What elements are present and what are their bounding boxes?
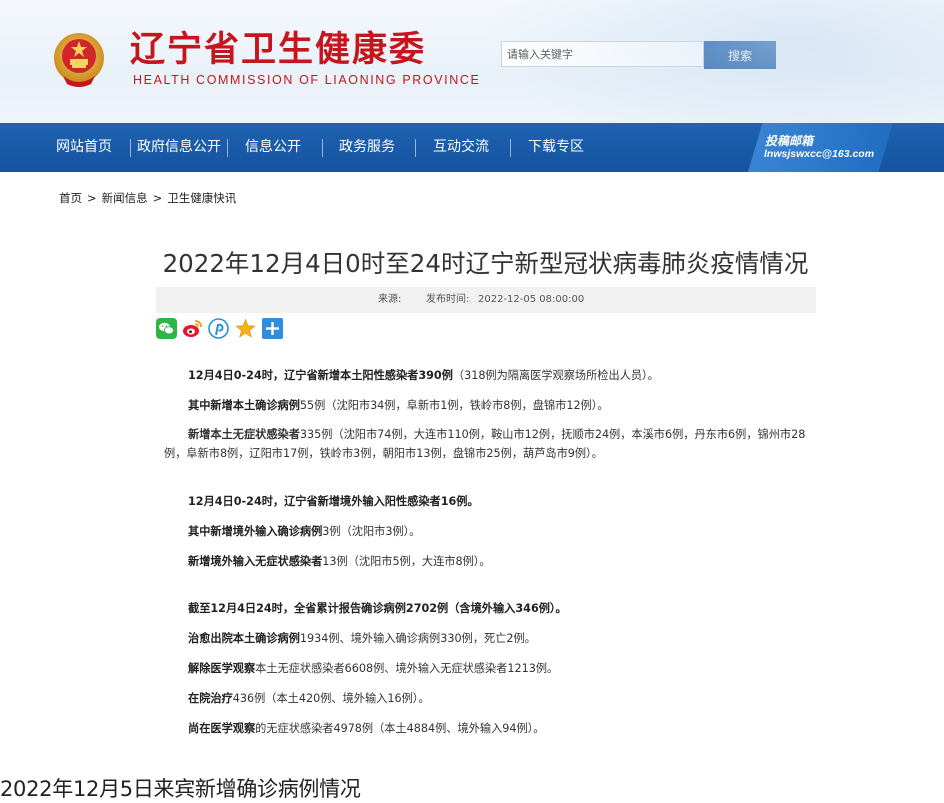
paragraph-local-total: 12月4日0-24时，辽宁省新增本土阳性感染者390例（318例为隔离医学观察场… — [188, 367, 659, 383]
paragraph-bold: 解除医学观察 — [188, 662, 256, 675]
site-title: 辽宁省卫生健康委 — [130, 29, 427, 70]
nav-item-downloads[interactable]: 下载专区 — [528, 123, 584, 172]
paragraph-text: 55例（沈阳市34例，阜新市1例，铁岭市8例，盘锦市12例）。 — [299, 399, 609, 412]
breadcrumb-health-news[interactable]: 卫生健康快讯 — [167, 191, 236, 205]
paragraph-bold: 尚在医学观察 — [188, 722, 256, 735]
wechat-icon[interactable] — [156, 318, 177, 339]
submission-mailbox-link[interactable]: 投稿邮箱 lnwsjswxcc@163.com — [748, 123, 893, 172]
nav-item-gov-services[interactable]: 政务服务 — [339, 123, 395, 172]
paragraph-recovered: 治愈出院本土确诊病例1934例、境外输入确诊病例330例，死亡2例。 — [188, 630, 536, 646]
breadcrumb-home[interactable]: 首页 — [59, 191, 82, 205]
article-title: 2022年12月4日0时至24时辽宁新型冠状病毒肺炎疫情情况 — [162, 249, 809, 278]
paragraph-bold: 12月4日0-24时，辽宁省新增本土阳性感染者390例 — [188, 369, 453, 382]
paragraph-bold: 其中新增境外输入确诊病例 — [188, 525, 323, 538]
favorite-star-icon[interactable] — [235, 318, 256, 339]
nav-item-info-disclosure[interactable]: 信息公开 — [245, 123, 301, 172]
mailbox-email: lnwsjswxcc@163.com — [764, 148, 875, 160]
more-plus-icon[interactable] — [262, 318, 283, 339]
nav-divider — [322, 139, 323, 157]
paragraph-under-observation: 尚在医学观察的无症状感染者4978例（本土4884例、境外输入94例）。 — [188, 720, 544, 736]
weibo-icon[interactable] — [182, 318, 203, 339]
paragraph-text: 的无症状感染者4978例（本土4884例、境外输入94例）。 — [255, 722, 545, 735]
nav-item-home[interactable]: 网站首页 — [56, 123, 112, 172]
paragraph-bold: 新增本土无症状感染者 — [188, 428, 300, 441]
pinterest-icon[interactable] — [208, 318, 229, 339]
paragraph-imported-total: 12月4日0-24时，辽宁省新增境外输入阳性感染者16例。 — [188, 493, 479, 509]
paragraph-text: 13例（沈阳市5例，大连市8例）。 — [322, 555, 491, 568]
paragraph-bold: 12月4日0-24时，辽宁省新增境外输入阳性感染者16例。 — [188, 495, 479, 508]
paragraph-imported-asymptomatic: 新增境外输入无症状感染者13例（沈阳市5例，大连市8例）。 — [188, 553, 491, 569]
page-caption: 2022年12月5日来宾新增确诊病例情况 — [0, 777, 361, 801]
breadcrumb-separator: > — [152, 191, 163, 205]
paragraph-bold: 治愈出院本土确诊病例 — [188, 632, 300, 645]
paragraph-local-asymptomatic: 新增本土无症状感染者335例（沈阳市74例，大连市110例，鞍山市12例，抚顺市… — [164, 425, 814, 463]
search-input[interactable] — [501, 41, 704, 67]
publish-date-value: 2022-12-05 08:00:00 — [478, 294, 585, 305]
site-header: 辽宁省卫生健康委 HEALTH COMMISSION OF LIAONING P… — [0, 0, 944, 123]
paragraph-bold: 在院治疗 — [188, 692, 233, 705]
source-label: 来源: — [378, 294, 402, 305]
breadcrumb: 首页 > 新闻信息 > 卫生健康快讯 — [59, 190, 236, 206]
publish-date-label: 发布时间: — [426, 294, 470, 305]
nav-divider — [510, 139, 511, 157]
nav-divider — [227, 139, 228, 157]
national-emblem-icon — [54, 33, 104, 87]
site-subtitle: HEALTH COMMISSION OF LIAONING PROVINCE — [133, 73, 481, 87]
paragraph-local-confirmed: 其中新增本土确诊病例55例（沈阳市34例，阜新市1例，铁岭市8例，盘锦市12例）… — [188, 397, 609, 413]
nav-item-gov-info[interactable]: 政府信息公开 — [137, 123, 221, 172]
paragraph-cumulative: 截至12月4日24时，全省累计报告确诊病例2702例（含境外输入346例）。 — [188, 600, 567, 616]
paragraph-text: 436例（本土420例、境外输入16例）。 — [232, 692, 430, 705]
paragraph-text: 3例（沈阳市3例）。 — [322, 525, 421, 538]
breadcrumb-separator: > — [87, 191, 97, 205]
nav-divider — [130, 139, 131, 157]
nav-item-interaction[interactable]: 互动交流 — [433, 123, 489, 172]
paragraph-hospitalized: 在院治疗436例（本土420例、境外输入16例）。 — [188, 690, 430, 706]
breadcrumb-news[interactable]: 新闻信息 — [102, 191, 148, 205]
nav-divider — [415, 139, 416, 157]
paragraph-imported-confirmed: 其中新增境外输入确诊病例3例（沈阳市3例）。 — [188, 523, 420, 539]
paragraph-text: （318例为隔离医学观察场所检出人员）。 — [452, 369, 659, 382]
paragraph-bold: 新增境外输入无症状感染者 — [188, 555, 323, 568]
paragraph-bold: 其中新增本土确诊病例 — [188, 399, 300, 412]
mailbox-title: 投稿邮箱 — [765, 134, 814, 148]
paragraph-text: 本土无症状感染者6608例、境外输入无症状感染者1213例。 — [255, 662, 559, 675]
article-meta-bar: 来源: 发布时间: 2022-12-05 08:00:00 — [156, 287, 816, 313]
paragraph-bold: 截至12月4日24时，全省累计报告确诊病例2702例（含境外输入346例）。 — [188, 602, 567, 615]
paragraph-text: 1934例、境外输入确诊病例330例，死亡2例。 — [299, 632, 536, 645]
search-button[interactable]: 搜索 — [704, 41, 776, 69]
paragraph-released: 解除医学观察本土无症状感染者6608例、境外输入无症状感染者1213例。 — [188, 660, 558, 676]
